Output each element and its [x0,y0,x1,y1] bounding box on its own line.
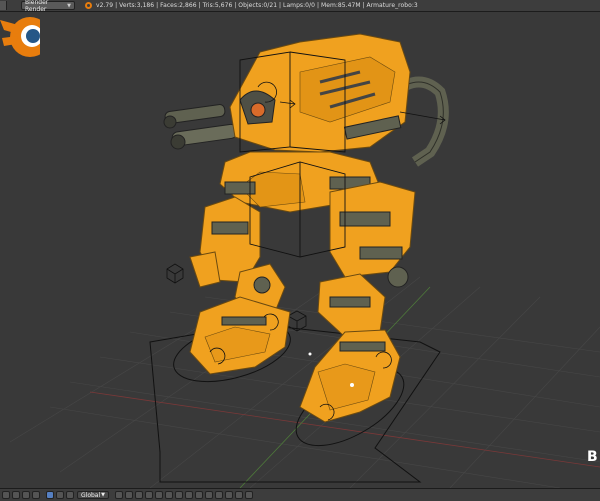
layer-button-7[interactable] [175,491,183,499]
layer-button-4[interactable] [145,491,153,499]
blender-window: Blender Render ▼ v2.79 | Verts:3,186 | F… [0,0,600,501]
chevron-down-icon: ▼ [67,2,71,9]
layer-button-14[interactable] [245,491,253,499]
3d-viewport[interactable]: B [0,12,600,488]
blender-logo-icon [0,17,40,57]
blender-icon [85,2,92,9]
scene-stats: v2.79 | Verts:3,186 | Faces:2,866 | Tris… [96,2,418,9]
mech-robot[interactable] [163,33,449,423]
empty-cube-left[interactable] [166,263,184,284]
floor-grid [9,271,600,488]
transform-orientation-dropdown[interactable]: Global ▼ [77,491,109,499]
layer-button-1[interactable] [115,491,123,499]
translate-manipulator-button[interactable] [46,491,54,499]
viewport-canvas [9,33,600,488]
rotate-manipulator-button[interactable] [56,491,64,499]
scale-manipulator-button[interactable] [66,491,74,499]
layer-button-10[interactable] [205,491,213,499]
layer-button-6[interactable] [165,491,173,499]
layer-button-8[interactable] [185,491,193,499]
layer-button-5[interactable] [155,491,163,499]
layer-button-11[interactable] [215,491,223,499]
shading-button[interactable] [12,491,20,499]
view-menu-button[interactable] [2,491,10,499]
blender-logo-text: B [587,449,598,465]
pivot-button[interactable] [22,491,30,499]
origin-point [308,352,312,356]
render-engine-label: Blender Render [25,0,49,13]
layer-button-3[interactable] [135,491,143,499]
render-engine-dropdown[interactable]: Blender Render ▼ [21,0,75,13]
layer-button-13[interactable] [235,491,243,499]
layer-button-2[interactable] [125,491,133,499]
view3d-header: Global ▼ [0,488,600,501]
editor-type-button[interactable] [0,1,7,10]
layer-button-9[interactable] [195,491,203,499]
orientation-label: Global [81,491,101,499]
manipulator-toggle[interactable] [32,491,40,499]
chevron-down-icon: ▼ [101,492,105,498]
3d-cursor-point [350,383,354,387]
info-header: Blender Render ▼ v2.79 | Verts:3,186 | F… [0,0,600,13]
layer-button-12[interactable] [225,491,233,499]
